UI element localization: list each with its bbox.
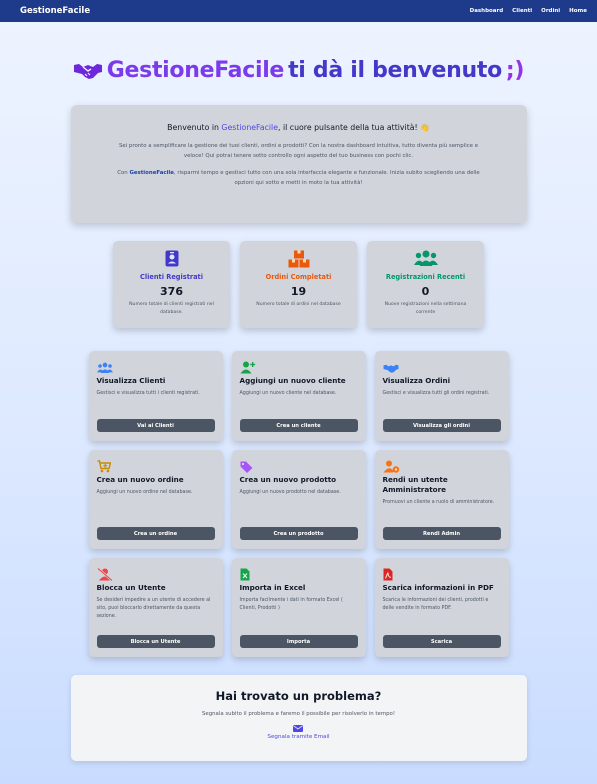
users-icon: [413, 250, 438, 266]
card-description: Gestisci e visualizza tutti gli ordini r…: [382, 391, 490, 396]
card-description: Gestisci e visualizza tutti i clienti re…: [96, 391, 200, 396]
crea-un-cliente-button[interactable]: Crea un cliente: [239, 419, 358, 432]
hero-rest: ti dà il benvenuto: [288, 57, 502, 83]
stat-description: Numero totale di ordini nel database: [256, 302, 341, 307]
report-problem-title: Hai trovato un problema?: [215, 689, 382, 703]
card-rendi-admin: Rendi un utente Amministratore Promuovi …: [374, 450, 509, 549]
tag-icon: [240, 461, 252, 473]
stat-clienti-registrati: Clienti Registrati 376 Numero totale di …: [113, 241, 230, 328]
cart-plus-icon: [97, 460, 111, 473]
users-icon: [96, 362, 113, 373]
nav-link-clienti[interactable]: Clienti: [512, 8, 532, 14]
card-crea-prodotto: Crea un nuovo prodotto Aggiungi un nuovo…: [231, 450, 366, 549]
card-blocca-utente: Blocca un Utente Se desideri impedire a …: [88, 558, 223, 657]
hero-smile: ;): [505, 57, 525, 83]
stat-value: 19: [290, 285, 307, 298]
welcome-para2-post: , risparmi tempo e gestisci tutto con un…: [173, 170, 480, 186]
stats-row: Clienti Registrati 376 Numero totale di …: [0, 241, 597, 328]
id-badge-icon: [165, 250, 178, 267]
welcome-para2-pre: Con: [117, 170, 130, 176]
welcome-paragraph-2: Con GestioneFacile, risparmi tempo e ges…: [111, 168, 487, 188]
card-title: Importa in Excel: [239, 583, 306, 592]
stat-ordini-completati: Ordini Completati 19 Numero totale di or…: [240, 241, 357, 328]
rendi-admin-button[interactable]: Rendi Admin: [382, 527, 501, 540]
welcome-panel: Benvenuto in GestioneFacile, il cuore pu…: [70, 105, 527, 223]
stat-title: Ordini Completati: [265, 273, 332, 281]
page-title: GestioneFacile ti dà il benvenuto ;): [0, 55, 597, 85]
boxes-icon: [288, 250, 309, 268]
handshake-icon: [383, 364, 398, 373]
card-description: Importa facilmente i dati in formato Exc…: [239, 598, 343, 611]
stat-title: Registrazioni Recenti: [385, 273, 466, 281]
file-pdf-icon: [383, 568, 392, 581]
welcome-paragraph-1: Sei pronto a semplificare la gestione de…: [118, 143, 479, 159]
user-plus-icon: [240, 361, 255, 374]
card-title: Visualizza Clienti: [96, 376, 166, 385]
crea-un-prodotto-button[interactable]: Crea un prodotto: [239, 527, 358, 540]
nav-link-ordini[interactable]: Ordini: [541, 8, 560, 14]
card-description: Se desideri impedire a un utente di acce…: [96, 598, 211, 619]
card-description: Promuovi un cliente a ruolo di amministr…: [382, 500, 495, 505]
scarica-button[interactable]: Scarica: [382, 635, 501, 648]
user-slash-icon: [96, 567, 113, 582]
card-title: Scarica informazioni in PDF: [382, 583, 494, 592]
user-gear-icon: [383, 460, 399, 473]
card-title: Crea un nuovo ordine: [96, 475, 184, 484]
stat-description: Numero totale di clienti registrati nel …: [129, 302, 214, 315]
card-crea-ordine: Crea un nuovo ordine Aggiungi un nuovo o…: [88, 450, 223, 549]
handshake-icon: [73, 64, 102, 79]
importa-button[interactable]: Importa: [239, 635, 358, 648]
card-title: Crea un nuovo prodotto: [239, 475, 337, 484]
card-title: Rendi un utente Amministratore: [382, 475, 448, 494]
stat-value: 376: [160, 285, 183, 298]
stat-registrazioni-recenti: Registrazioni Recenti 0 Nuove registrazi…: [367, 241, 484, 328]
navbar-brand[interactable]: GestioneFacile: [20, 6, 90, 16]
welcome-lead-brand: GestioneFacile: [221, 123, 279, 132]
nav-links: Dashboard Clienti Ordini Home: [470, 8, 587, 14]
card-importa-excel: Importa in Excel Importa facilmente i da…: [231, 558, 366, 657]
card-description: Aggiungi un nuovo ordine nel database.: [96, 490, 193, 495]
card-title: Visualizza Ordini: [382, 376, 451, 385]
report-email-link[interactable]: Segnala tramite Email: [267, 725, 330, 740]
nav-link-home[interactable]: Home: [569, 8, 587, 14]
blocca-utente-button[interactable]: Blocca un Utente: [96, 635, 215, 648]
crea-un-ordine-button[interactable]: Crea un ordine: [96, 527, 215, 540]
welcome-lead-post: , il cuore pulsante della tua attività! …: [278, 123, 430, 132]
card-description: Aggiungi un nuovo prodotto nel database.: [239, 490, 341, 495]
stat-title: Clienti Registrati: [140, 273, 203, 281]
card-aggiungi-cliente: Aggiungi un nuovo cliente Aggiungi un nu…: [231, 351, 366, 441]
file-excel-icon: [240, 568, 249, 581]
welcome-lead-pre: Benvenuto in: [167, 123, 222, 132]
visualizza-ordini-button[interactable]: Visualizza gli ordini: [382, 419, 501, 432]
report-problem-panel: Hai trovato un problema? Segnala subito …: [70, 675, 527, 761]
card-title: Aggiungi un nuovo cliente: [239, 376, 346, 385]
navbar: GestioneFacile Dashboard Clienti Ordini …: [0, 0, 597, 22]
welcome-para2-brand: GestioneFacile: [129, 170, 174, 176]
card-visualizza-ordini: Visualizza Ordini Gestisci e visualizza …: [374, 351, 509, 441]
stat-description: Nuove registrazioni nella settimana corr…: [384, 302, 467, 315]
vai-ai-clienti-button[interactable]: Vai ai Clienti: [96, 419, 215, 432]
card-description: Scarica le informazioni dei clienti, pro…: [382, 598, 489, 611]
hero-brand: GestioneFacile: [106, 57, 285, 83]
card-title: Blocca un Utente: [96, 583, 166, 592]
report-problem-description: Segnala subito il problema e faremo il p…: [201, 711, 395, 717]
card-visualizza-clienti: Visualizza Clienti Gestisci e visualizza…: [88, 351, 223, 441]
welcome-lead: Benvenuto in GestioneFacile, il cuore pu…: [111, 123, 487, 132]
actions-grid: Visualizza Clienti Gestisci e visualizza…: [0, 351, 597, 657]
card-scarica-pdf: Scarica informazioni in PDF Scarica le i…: [374, 558, 509, 657]
stat-value: 0: [421, 285, 430, 298]
envelope-icon: [293, 725, 304, 732]
report-email-label[interactable]: Segnala tramite Email: [267, 734, 329, 740]
nav-link-dashboard[interactable]: Dashboard: [470, 8, 504, 14]
card-description: Aggiungi un nuovo cliente nel database.: [239, 391, 337, 396]
